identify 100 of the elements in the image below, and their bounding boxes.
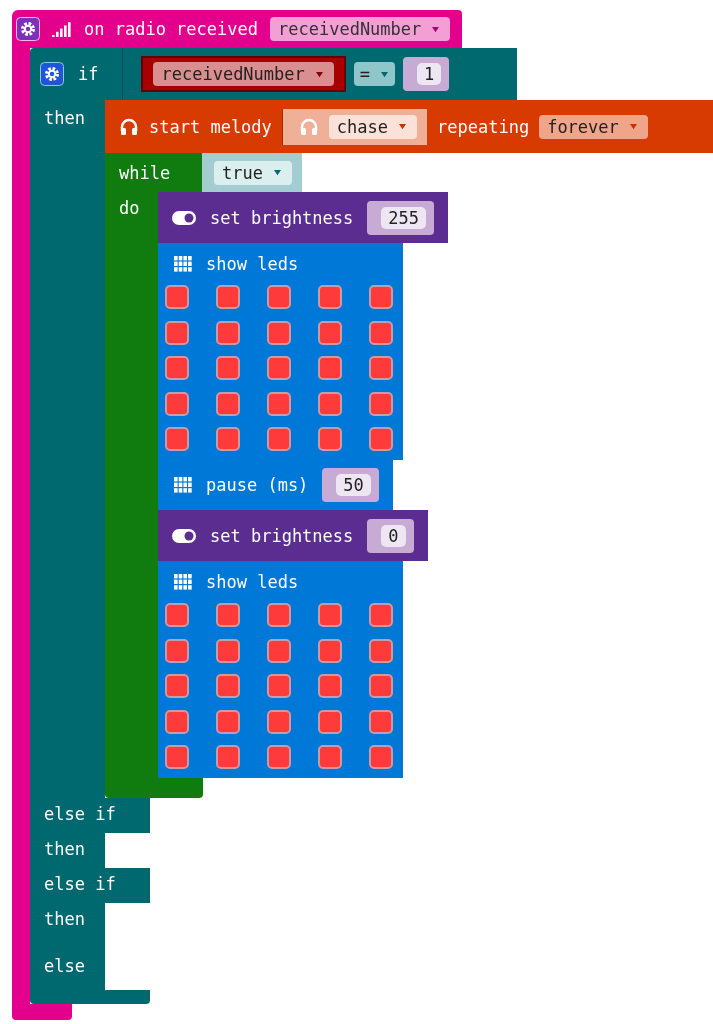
block-label: on radio received <box>84 19 258 39</box>
led-toggle[interactable] <box>165 603 189 627</box>
block-label: start melody <box>149 116 272 137</box>
block-label: if <box>78 64 99 84</box>
led-toggle[interactable] <box>369 285 393 309</box>
condition-socket[interactable] <box>128 798 150 833</box>
block-label: set brightness <box>210 207 354 228</box>
led-toggle[interactable] <box>216 391 240 416</box>
led-toggle[interactable] <box>216 674 240 698</box>
block-label: show leds <box>206 572 299 592</box>
led-toggle[interactable] <box>318 638 342 663</box>
melody-dropdown[interactable]: chase <box>328 114 417 139</box>
block-label: repeating <box>437 116 530 137</box>
boolean-reporter[interactable]: true <box>202 153 302 192</box>
led-toggle[interactable] <box>369 391 393 416</box>
led-toggle[interactable] <box>369 320 393 345</box>
melody-reporter[interactable]: chase <box>281 108 427 145</box>
led-toggle[interactable] <box>165 674 189 698</box>
caret-icon <box>628 123 638 130</box>
gear-icon <box>16 17 40 41</box>
led-toggle[interactable] <box>216 709 240 734</box>
led-toggle[interactable] <box>318 709 342 734</box>
led-toggle[interactable] <box>165 427 189 451</box>
led-toggle[interactable] <box>369 745 393 769</box>
led-toggle[interactable] <box>369 709 393 734</box>
led-toggle[interactable] <box>318 745 342 769</box>
led-toggle[interactable] <box>216 745 240 769</box>
show-leds-block[interactable]: show leds <box>158 561 403 778</box>
toggle-icon <box>172 210 196 225</box>
led-toggle[interactable] <box>369 638 393 663</box>
led-toggle[interactable] <box>165 356 189 380</box>
while-block-header[interactable]: while true <box>105 153 302 192</box>
led-toggle[interactable] <box>165 638 189 663</box>
block-label: else <box>44 956 85 976</box>
grid-icon <box>174 574 192 590</box>
boolean-dropdown[interactable]: true <box>214 160 292 185</box>
melody-block[interactable]: start melody chase repeating forever <box>105 100 713 153</box>
condition-socket[interactable] <box>128 868 150 903</box>
led-toggle[interactable] <box>369 603 393 627</box>
led-toggle[interactable] <box>165 745 189 769</box>
led-toggle[interactable] <box>267 427 291 451</box>
led-toggle[interactable] <box>216 285 240 309</box>
brightness-block[interactable]: set brightness 0 <box>158 510 428 561</box>
led-toggle[interactable] <box>216 638 240 663</box>
led-toggle[interactable] <box>318 674 342 698</box>
event-block-foot <box>12 1004 72 1020</box>
number-field[interactable]: 1 <box>417 63 442 85</box>
block-label: then <box>44 909 85 929</box>
led-toggle[interactable] <box>318 427 342 451</box>
led-toggle[interactable] <box>216 603 240 627</box>
led-toggle[interactable] <box>267 745 291 769</box>
show-leds-block[interactable]: show leds <box>158 243 403 460</box>
repeat-dropdown[interactable]: forever <box>539 114 648 139</box>
block-label: else if <box>44 874 116 894</box>
if-block-header[interactable]: if receivedNumber = 1 <box>30 48 517 100</box>
operator-dropdown[interactable]: = <box>353 62 396 86</box>
brightness-block[interactable]: set brightness 255 <box>158 192 448 243</box>
block-label: while <box>119 162 171 183</box>
led-toggle[interactable] <box>165 391 189 416</box>
led-toggle[interactable] <box>165 709 189 734</box>
led-toggle[interactable] <box>318 285 342 309</box>
led-toggle[interactable] <box>267 603 291 627</box>
led-toggle[interactable] <box>318 391 342 416</box>
led-toggle[interactable] <box>267 285 291 309</box>
number-field[interactable]: 0 <box>381 524 406 547</box>
block-label: set brightness <box>210 525 354 546</box>
grid-icon <box>174 256 192 272</box>
event-block-header[interactable]: on radio received receivedNumber <box>12 10 463 48</box>
signal-icon <box>52 21 72 37</box>
block-label: do <box>119 198 140 218</box>
block-label: else if <box>44 804 116 824</box>
led-toggle[interactable] <box>267 356 291 380</box>
variable-block[interactable]: receivedNumber <box>141 56 346 92</box>
caret-icon <box>431 25 441 33</box>
gear-icon <box>40 62 64 86</box>
block-label: show leds <box>206 254 299 274</box>
led-toggle[interactable] <box>369 356 393 380</box>
led-toggle[interactable] <box>267 709 291 734</box>
variable-dropdown[interactable]: receivedNumber <box>153 62 334 86</box>
led-toggle[interactable] <box>165 320 189 345</box>
led-toggle[interactable] <box>267 674 291 698</box>
led-toggle[interactable] <box>216 320 240 345</box>
caret-icon <box>273 169 282 176</box>
led-toggle[interactable] <box>318 603 342 627</box>
led-toggle[interactable] <box>216 356 240 380</box>
led-toggle[interactable] <box>267 391 291 416</box>
variable-dropdown[interactable]: receivedNumber <box>270 17 451 41</box>
caret-icon <box>380 70 390 78</box>
led-toggle[interactable] <box>267 638 291 663</box>
number-field[interactable]: 50 <box>336 474 371 496</box>
led-toggle[interactable] <box>216 427 240 451</box>
led-toggle[interactable] <box>318 320 342 345</box>
number-field[interactable]: 255 <box>381 206 426 229</box>
led-toggle[interactable] <box>369 427 393 451</box>
led-toggle[interactable] <box>267 320 291 345</box>
pause-block[interactable]: pause (ms) 50 <box>158 460 393 510</box>
led-toggle[interactable] <box>165 285 189 309</box>
led-toggle[interactable] <box>369 674 393 698</box>
led-toggle[interactable] <box>318 356 342 380</box>
toggle-icon <box>172 528 196 543</box>
